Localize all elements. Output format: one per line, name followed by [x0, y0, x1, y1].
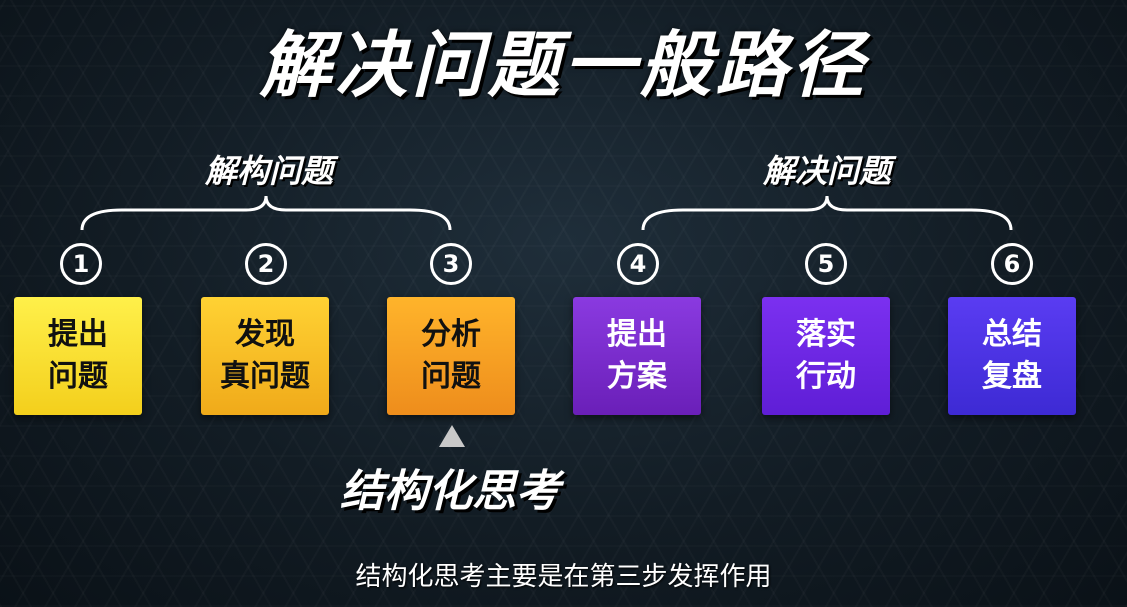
page-title: 解决问题一般路径 [259, 23, 868, 107]
step-card-find-real-problem: 发现 真问题 [201, 297, 329, 415]
step-card-review: 总结 复盘 [948, 297, 1076, 415]
step-number-3: 3 [430, 243, 472, 285]
step-card-raise-problem: 提出 问题 [14, 297, 142, 415]
step-number-4: 4 [617, 243, 659, 285]
group-label-deconstruct: 解构问题 [204, 152, 333, 190]
step-number-6: 6 [991, 243, 1033, 285]
step-number-2: 2 [245, 243, 287, 285]
pointer-up-icon [439, 425, 465, 447]
group-label-solve: 解决问题 [762, 152, 891, 190]
brace-deconstruct [80, 195, 452, 231]
step-number-1: 1 [60, 243, 102, 285]
step-card-take-action: 落实 行动 [762, 297, 890, 415]
step-card-propose-solution: 提出 方案 [573, 297, 701, 415]
highlight-label: 结构化思考 [340, 466, 560, 517]
brace-solve [641, 195, 1013, 231]
subtitle-caption: 结构化思考主要是在第三步发挥作用 [355, 562, 772, 592]
step-number-5: 5 [805, 243, 847, 285]
step-card-analyze-problem: 分析 问题 [387, 297, 515, 415]
